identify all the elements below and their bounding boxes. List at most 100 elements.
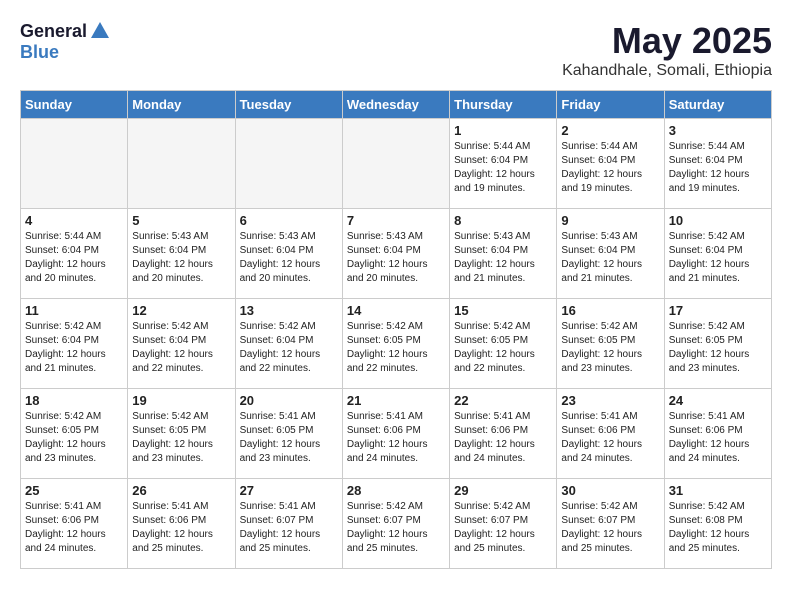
cell-info: Sunrise: 5:44 AMSunset: 6:04 PMDaylight:… bbox=[669, 140, 767, 196]
day-number: 26 bbox=[132, 483, 230, 498]
cell-info: Sunrise: 5:41 AMSunset: 6:06 PMDaylight:… bbox=[561, 410, 659, 466]
cell-info: Sunrise: 5:42 AMSunset: 6:07 PMDaylight:… bbox=[347, 500, 445, 556]
calendar-cell: 2 Sunrise: 5:44 AMSunset: 6:04 PMDaylight… bbox=[557, 119, 664, 209]
location-title: Kahandhale, Somali, Ethiopia bbox=[562, 62, 772, 80]
calendar-header: SundayMondayTuesdayWednesdayThursdayFrid… bbox=[21, 91, 772, 119]
cell-info: Sunrise: 5:43 AMSunset: 6:04 PMDaylight:… bbox=[240, 230, 338, 286]
calendar-cell: 4 Sunrise: 5:44 AMSunset: 6:04 PMDaylight… bbox=[21, 209, 128, 299]
day-of-week-header: Friday bbox=[557, 91, 664, 119]
day-number: 8 bbox=[454, 213, 552, 228]
cell-info: Sunrise: 5:42 AMSunset: 6:05 PMDaylight:… bbox=[132, 410, 230, 466]
day-number: 5 bbox=[132, 213, 230, 228]
calendar-cell: 21Sunrise: 5:41 AMSunset: 6:06 PMDayligh… bbox=[342, 389, 449, 479]
calendar-cell: 30Sunrise: 5:42 AMSunset: 6:07 PMDayligh… bbox=[557, 479, 664, 569]
calendar-cell: 11 Sunrise: 5:42 AMSunset: 6:04 PMDayligh… bbox=[21, 299, 128, 389]
cell-info: Sunrise: 5:44 AMSunset: 6:04 PMDaylight:… bbox=[25, 230, 123, 286]
calendar-cell: 19 Sunrise: 5:42 AMSunset: 6:05 PMDayligh… bbox=[128, 389, 235, 479]
logo-general: General bbox=[20, 21, 87, 42]
calendar-cell: 17 Sunrise: 5:42 AMSunset: 6:05 PMDayligh… bbox=[664, 299, 771, 389]
calendar-body: 1 Sunrise: 5:44 AMSunset: 6:04 PMDaylight… bbox=[21, 119, 772, 569]
day-number: 17 bbox=[669, 303, 767, 318]
calendar-cell: 26 Sunrise: 5:41 AMSunset: 6:06 PMDayligh… bbox=[128, 479, 235, 569]
calendar-cell: 29 Sunrise: 5:42 AMSunset: 6:07 PMDayligh… bbox=[450, 479, 557, 569]
cell-info: Sunrise: 5:42 AMSunset: 6:04 PMDaylight:… bbox=[132, 320, 230, 376]
cell-info: Sunrise: 5:43 AMSunset: 6:04 PMDaylight:… bbox=[132, 230, 230, 286]
cell-info: Sunrise: 5:41 AMSunset: 6:07 PMDaylight:… bbox=[240, 500, 338, 556]
calendar-week-row: 4 Sunrise: 5:44 AMSunset: 6:04 PMDaylight… bbox=[21, 209, 772, 299]
calendar-cell: 24Sunrise: 5:41 AMSunset: 6:06 PMDayligh… bbox=[664, 389, 771, 479]
calendar-cell bbox=[21, 119, 128, 209]
calendar-cell: 23 Sunrise: 5:41 AMSunset: 6:06 PMDayligh… bbox=[557, 389, 664, 479]
cell-info: Sunrise: 5:43 AMSunset: 6:04 PMDaylight:… bbox=[347, 230, 445, 286]
day-number: 2 bbox=[561, 123, 659, 138]
day-number: 19 bbox=[132, 393, 230, 408]
calendar-cell: 10 Sunrise: 5:42 AMSunset: 6:04 PMDayligh… bbox=[664, 209, 771, 299]
calendar-cell: 16 Sunrise: 5:42 AMSunset: 6:05 PMDayligh… bbox=[557, 299, 664, 389]
day-number: 21 bbox=[347, 393, 445, 408]
calendar-cell: 8Sunrise: 5:43 AMSunset: 6:04 PMDaylight… bbox=[450, 209, 557, 299]
calendar-cell: 13Sunrise: 5:42 AMSunset: 6:04 PMDayligh… bbox=[235, 299, 342, 389]
calendar-cell: 6Sunrise: 5:43 AMSunset: 6:04 PMDaylight… bbox=[235, 209, 342, 299]
day-number: 31 bbox=[669, 483, 767, 498]
calendar-cell: 31 Sunrise: 5:42 AMSunset: 6:08 PMDayligh… bbox=[664, 479, 771, 569]
day-number: 23 bbox=[561, 393, 659, 408]
cell-info: Sunrise: 5:42 AMSunset: 6:05 PMDaylight:… bbox=[669, 320, 767, 376]
calendar-cell: 25Sunrise: 5:41 AMSunset: 6:06 PMDayligh… bbox=[21, 479, 128, 569]
day-number: 7 bbox=[347, 213, 445, 228]
day-number: 12 bbox=[132, 303, 230, 318]
day-number: 18 bbox=[25, 393, 123, 408]
logo-blue: Blue bbox=[20, 42, 59, 63]
calendar-cell: 14 Sunrise: 5:42 AMSunset: 6:05 PMDayligh… bbox=[342, 299, 449, 389]
cell-info: Sunrise: 5:41 AMSunset: 6:06 PMDaylight:… bbox=[454, 410, 552, 466]
calendar-cell: 20 Sunrise: 5:41 AMSunset: 6:05 PMDayligh… bbox=[235, 389, 342, 479]
calendar-week-row: 18 Sunrise: 5:42 AMSunset: 6:05 PMDayligh… bbox=[21, 389, 772, 479]
calendar-cell bbox=[235, 119, 342, 209]
day-number: 16 bbox=[561, 303, 659, 318]
cell-info: Sunrise: 5:42 AMSunset: 6:07 PMDaylight:… bbox=[454, 500, 552, 556]
day-number: 28 bbox=[347, 483, 445, 498]
calendar-cell bbox=[342, 119, 449, 209]
calendar-cell: 3Sunrise: 5:44 AMSunset: 6:04 PMDaylight… bbox=[664, 119, 771, 209]
cell-info: Sunrise: 5:41 AMSunset: 6:06 PMDaylight:… bbox=[132, 500, 230, 556]
day-number: 9 bbox=[561, 213, 659, 228]
calendar-cell: 12 Sunrise: 5:42 AMSunset: 6:04 PMDayligh… bbox=[128, 299, 235, 389]
cell-info: Sunrise: 5:42 AMSunset: 6:04 PMDaylight:… bbox=[669, 230, 767, 286]
cell-info: Sunrise: 5:42 AMSunset: 6:08 PMDaylight:… bbox=[669, 500, 767, 556]
calendar-cell: 7 Sunrise: 5:43 AMSunset: 6:04 PMDaylight… bbox=[342, 209, 449, 299]
cell-info: Sunrise: 5:42 AMSunset: 6:05 PMDaylight:… bbox=[454, 320, 552, 376]
calendar-week-row: 1 Sunrise: 5:44 AMSunset: 6:04 PMDaylight… bbox=[21, 119, 772, 209]
calendar-cell: 28 Sunrise: 5:42 AMSunset: 6:07 PMDayligh… bbox=[342, 479, 449, 569]
cell-info: Sunrise: 5:42 AMSunset: 6:05 PMDaylight:… bbox=[561, 320, 659, 376]
day-of-week-header: Tuesday bbox=[235, 91, 342, 119]
calendar-table: SundayMondayTuesdayWednesdayThursdayFrid… bbox=[20, 90, 772, 569]
day-number: 13 bbox=[240, 303, 338, 318]
page-header: General Blue May 2025 Kahandhale, Somali… bbox=[20, 20, 772, 80]
calendar-cell bbox=[128, 119, 235, 209]
cell-info: Sunrise: 5:44 AMSunset: 6:04 PMDaylight:… bbox=[561, 140, 659, 196]
calendar-cell: 27Sunrise: 5:41 AMSunset: 6:07 PMDayligh… bbox=[235, 479, 342, 569]
cell-info: Sunrise: 5:44 AMSunset: 6:04 PMDaylight:… bbox=[454, 140, 552, 196]
day-number: 10 bbox=[669, 213, 767, 228]
day-number: 14 bbox=[347, 303, 445, 318]
month-title: May 2025 bbox=[562, 20, 772, 62]
calendar-cell: 15Sunrise: 5:42 AMSunset: 6:05 PMDayligh… bbox=[450, 299, 557, 389]
day-number: 20 bbox=[240, 393, 338, 408]
cell-info: Sunrise: 5:41 AMSunset: 6:05 PMDaylight:… bbox=[240, 410, 338, 466]
day-number: 4 bbox=[25, 213, 123, 228]
day-number: 22 bbox=[454, 393, 552, 408]
day-number: 29 bbox=[454, 483, 552, 498]
calendar-week-row: 25Sunrise: 5:41 AMSunset: 6:06 PMDayligh… bbox=[21, 479, 772, 569]
cell-info: Sunrise: 5:42 AMSunset: 6:05 PMDaylight:… bbox=[347, 320, 445, 376]
calendar-cell: 1 Sunrise: 5:44 AMSunset: 6:04 PMDaylight… bbox=[450, 119, 557, 209]
day-of-week-header: Wednesday bbox=[342, 91, 449, 119]
cell-info: Sunrise: 5:42 AMSunset: 6:04 PMDaylight:… bbox=[25, 320, 123, 376]
calendar-cell: 5 Sunrise: 5:43 AMSunset: 6:04 PMDaylight… bbox=[128, 209, 235, 299]
day-number: 30 bbox=[561, 483, 659, 498]
cell-info: Sunrise: 5:41 AMSunset: 6:06 PMDaylight:… bbox=[669, 410, 767, 466]
day-of-week-header: Sunday bbox=[21, 91, 128, 119]
day-of-week-header: Thursday bbox=[450, 91, 557, 119]
cell-info: Sunrise: 5:43 AMSunset: 6:04 PMDaylight:… bbox=[561, 230, 659, 286]
day-number: 11 bbox=[25, 303, 123, 318]
calendar-cell: 18Sunrise: 5:42 AMSunset: 6:05 PMDayligh… bbox=[21, 389, 128, 479]
day-number: 1 bbox=[454, 123, 552, 138]
